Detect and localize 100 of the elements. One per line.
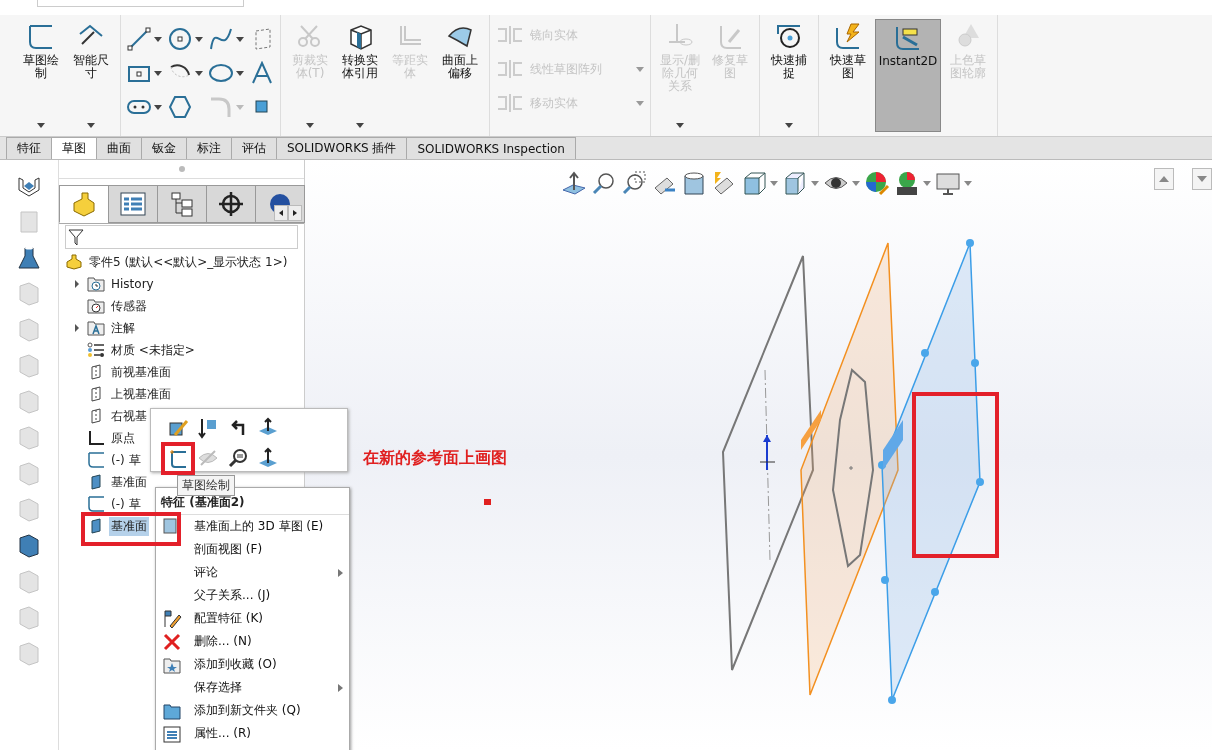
lightning-icon xyxy=(833,22,863,52)
menu-item[interactable]: 父子关系... (J) xyxy=(156,584,349,607)
monitor-icon[interactable] xyxy=(935,170,961,196)
ribbon-tool-button[interactable]: 快速捕捉 xyxy=(766,19,812,132)
tree-item[interactable]: 传感器 xyxy=(109,296,149,316)
list-icon xyxy=(119,191,147,217)
spline-icon[interactable] xyxy=(209,27,233,51)
ribbon-tool-button[interactable]: 草图绘制 xyxy=(18,19,64,132)
hierarchy-icon xyxy=(168,191,196,217)
tree-item[interactable]: 上视基准面 xyxy=(109,384,173,404)
sphere-checker-icon[interactable] xyxy=(894,170,920,196)
tree-item[interactable]: 右视基 xyxy=(109,406,149,426)
tree-item[interactable]: 基准面 xyxy=(109,516,149,536)
circle-icon[interactable] xyxy=(168,27,192,51)
scroll-right-button[interactable] xyxy=(288,205,302,221)
tree-item[interactable]: 材质 <未指定> xyxy=(109,340,197,360)
ribbon-tab[interactable]: 草图 xyxy=(51,137,97,159)
collapse-button[interactable] xyxy=(1154,168,1174,190)
origin-icon xyxy=(87,430,105,446)
gauge-folder-icon xyxy=(87,298,105,314)
tree-item[interactable]: 零件5 (默认<<默认>_显示状态 1>) xyxy=(87,252,290,272)
delete-icon xyxy=(162,631,182,652)
ribbon-tool-button[interactable]: 智能尺寸 xyxy=(68,19,114,132)
part-icon xyxy=(70,191,98,217)
ribbon-tool-button[interactable]: 快速草图 xyxy=(825,19,871,132)
caret-icon xyxy=(785,123,793,128)
tree-item[interactable]: 基准面 xyxy=(109,472,149,492)
ribbon-tab[interactable]: 特征 xyxy=(6,137,52,159)
part-icon xyxy=(65,254,83,270)
ribbon-tab[interactable]: 钣金 xyxy=(141,137,187,159)
menu-item[interactable]: 基准面上的 3D 草图 (E) xyxy=(156,515,349,538)
menu-item[interactable]: 剖面视图 (F) xyxy=(156,538,349,561)
caret-icon[interactable] xyxy=(195,36,203,42)
cube-icon[interactable] xyxy=(782,170,808,196)
caret-icon[interactable] xyxy=(236,36,244,42)
submenu-arrow-icon xyxy=(338,683,343,692)
ribbon-tool-button[interactable]: 转换实体引用 xyxy=(337,19,383,132)
caret-icon[interactable] xyxy=(154,70,162,76)
mirror-icon xyxy=(496,25,524,45)
caret-icon xyxy=(37,123,45,128)
filter-icon xyxy=(68,228,84,246)
tree-item[interactable]: 前视基准面 xyxy=(109,362,173,382)
left-arrow-icon xyxy=(279,210,283,216)
history-folder-icon xyxy=(87,276,105,292)
up-arrow-icon xyxy=(1159,176,1169,182)
list-icon xyxy=(162,723,182,744)
ribbon-tab[interactable]: 标注 xyxy=(186,137,232,159)
caret-icon[interactable] xyxy=(154,36,162,42)
expand-caret-icon[interactable] xyxy=(74,324,80,332)
cylinder-icon[interactable] xyxy=(15,244,43,272)
ribbon-tool-button[interactable]: 曲面上偏移 xyxy=(437,19,483,132)
section-view-icon[interactable] xyxy=(681,170,707,196)
caret-icon xyxy=(676,123,684,128)
menu-item[interactable]: 保存选择 xyxy=(156,676,349,699)
polygon-icon[interactable] xyxy=(168,95,192,119)
caret-icon[interactable] xyxy=(195,70,203,76)
caret-icon xyxy=(636,66,644,72)
ellipse-icon[interactable] xyxy=(209,61,233,85)
expand-button[interactable] xyxy=(1192,168,1212,190)
zoom-area-icon[interactable] xyxy=(621,170,647,196)
tree-item[interactable]: 原点 xyxy=(109,428,137,448)
letter-folder-icon xyxy=(87,320,105,336)
caret-icon xyxy=(87,123,95,128)
tree-item[interactable]: 注解 xyxy=(109,318,137,338)
pattern-icon xyxy=(496,59,524,79)
menu-item[interactable]: 添加到新文件夹 (Q) xyxy=(156,699,349,722)
right-arrow-icon xyxy=(293,210,297,216)
pencil-icon xyxy=(162,608,182,629)
menu-item[interactable]: 配置特征 (K) xyxy=(156,607,349,630)
ribbon-tab[interactable]: 评估 xyxy=(231,137,277,159)
filter-field[interactable] xyxy=(65,225,298,249)
tree-item[interactable]: History xyxy=(109,276,156,292)
scroll-left-button[interactable] xyxy=(274,205,288,221)
panel-tab[interactable] xyxy=(206,185,256,223)
caret-icon[interactable] xyxy=(154,104,162,110)
ribbon-tool-button[interactable]: Instant2D xyxy=(875,19,941,132)
menu-item[interactable]: 属性... (R) xyxy=(156,722,349,745)
ribbon-tab[interactable]: SOLIDWORKS 插件 xyxy=(276,137,408,159)
tree-item[interactable]: (-) 草 xyxy=(109,494,143,514)
tree-item[interactable]: (-) 草 xyxy=(109,450,143,470)
sphere-pencil-icon[interactable] xyxy=(864,170,890,196)
menu-item[interactable]: 删除... (N) xyxy=(156,630,349,653)
view-orientation-icon[interactable] xyxy=(741,170,767,196)
normal-to-icon xyxy=(257,447,279,469)
sketch-icon xyxy=(87,452,105,468)
line-icon[interactable] xyxy=(127,27,151,51)
expand-caret-icon[interactable] xyxy=(74,280,80,288)
splitter-handle[interactable] xyxy=(178,166,185,172)
text-icon[interactable] xyxy=(250,61,274,85)
submenu-arrow-icon xyxy=(338,568,343,577)
ribbon-tab[interactable]: SOLIDWORKS Inspection xyxy=(406,137,576,159)
move-icon xyxy=(496,93,524,113)
caret-icon[interactable] xyxy=(236,70,244,76)
normal-to-icon[interactable] xyxy=(561,170,587,196)
caret-icon xyxy=(306,123,314,128)
menu-item[interactable]: 添加到收藏 (O) xyxy=(156,653,349,676)
sketch-icon xyxy=(87,496,105,512)
ribbon-tab[interactable]: 曲面 xyxy=(96,137,142,159)
menu-item[interactable]: 评论 xyxy=(156,561,349,584)
zoom-fit-icon[interactable] xyxy=(591,170,617,196)
